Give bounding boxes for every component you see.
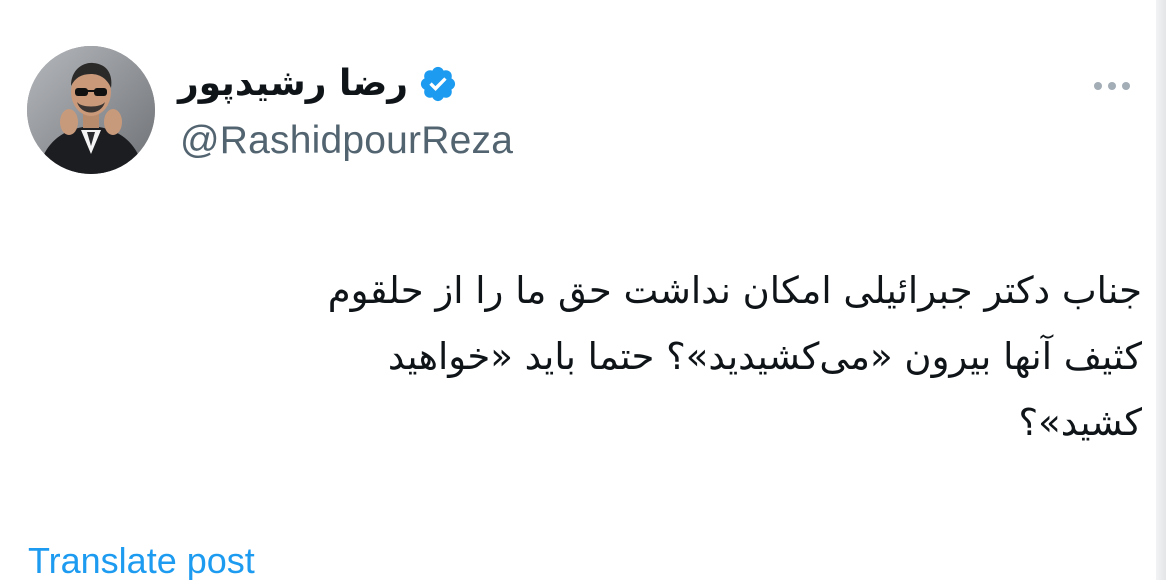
post-text-line: کثیف آنها بیرون «می‌کشیدید»؟ حتما باید «… bbox=[387, 335, 1142, 378]
avatar[interactable] bbox=[27, 46, 155, 174]
more-options-button[interactable] bbox=[1090, 72, 1134, 100]
more-options-icon bbox=[1094, 82, 1130, 90]
author-name-row: رضا رشیدپور bbox=[178, 64, 458, 104]
translate-post-link[interactable]: Translate post bbox=[28, 538, 255, 580]
author-display-name[interactable]: رضا رشیدپور bbox=[178, 64, 408, 104]
post-text-line: جناب دکتر جبرائیلی امکان نداشت حق ما را … bbox=[327, 269, 1142, 312]
post-text: جناب دکتر جبرائیلی امکان نداشت حق ما را … bbox=[92, 258, 1142, 456]
avatar-photo bbox=[27, 46, 155, 174]
post-text-line: کشید»؟ bbox=[1018, 401, 1142, 444]
verified-badge-icon bbox=[420, 66, 456, 102]
author-handle[interactable]: @RashidpourReza bbox=[180, 118, 513, 164]
window-edge bbox=[1156, 0, 1166, 580]
